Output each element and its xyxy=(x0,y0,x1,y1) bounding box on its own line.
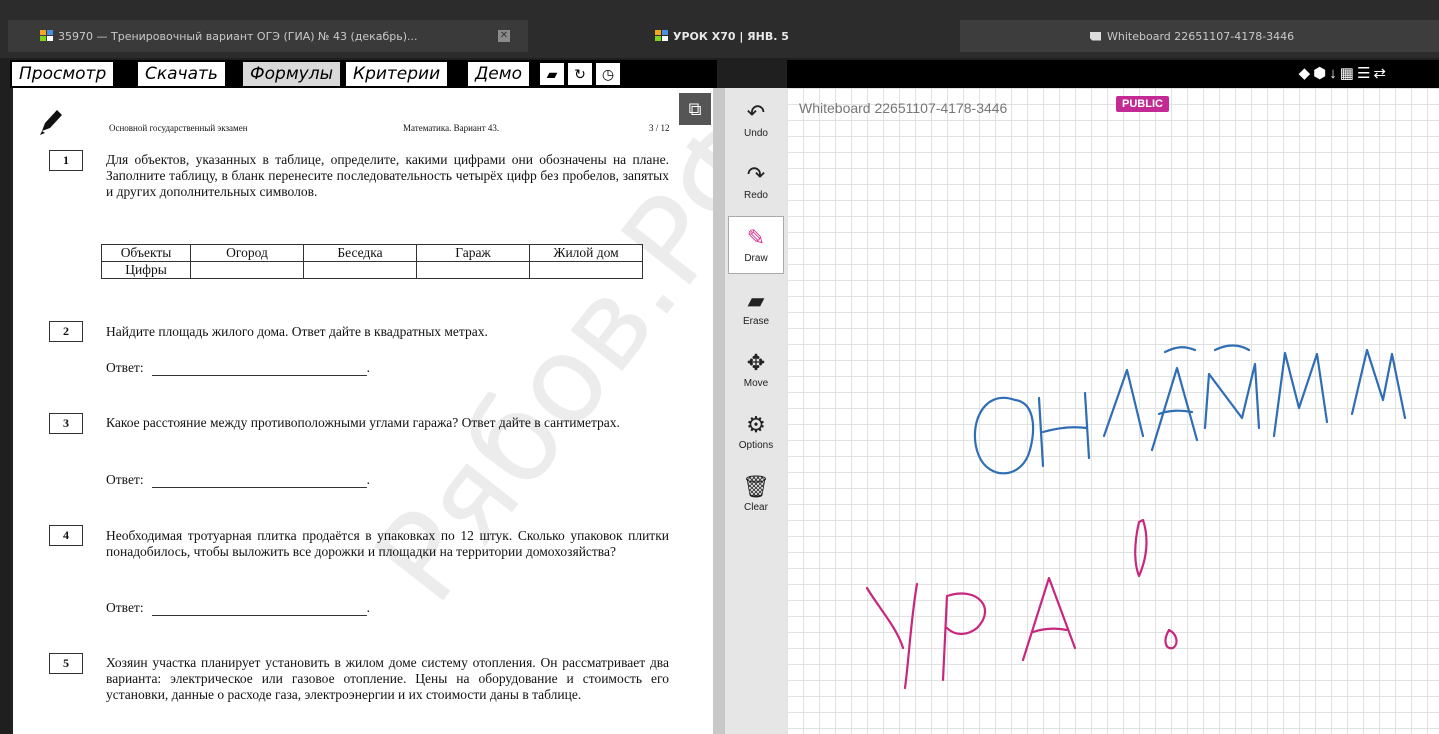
table-cell: Гараж xyxy=(416,244,530,262)
table-cell[interactable] xyxy=(529,261,643,279)
question-text: Хозяин участка планирует установить в жи… xyxy=(106,655,669,702)
site-favicon-icon xyxy=(655,30,669,42)
answer-field[interactable] xyxy=(151,362,367,376)
menu-download[interactable]: Скачать xyxy=(138,62,225,86)
tag-icon[interactable]: ◆ xyxy=(1299,65,1314,82)
sync-icon[interactable]: ⇄ xyxy=(1373,65,1389,82)
answer-row: Ответ:. xyxy=(106,472,370,488)
menu-criteria[interactable]: Критерии xyxy=(346,62,448,86)
tool-label: Move xyxy=(743,378,769,389)
question-number: 3 xyxy=(49,413,83,434)
exam-document: Рябов.РФ ⧉ Основной государственный экза… xyxy=(10,88,716,734)
pencil-icon: ✎ xyxy=(746,225,766,250)
tab-close-icon[interactable]: ✕ xyxy=(498,30,510,42)
table-cell: Жилой дом xyxy=(529,244,643,262)
tool-label: Options xyxy=(738,440,774,451)
grid-icon[interactable]: ▦ xyxy=(1340,65,1357,82)
question-number: 2 xyxy=(49,321,83,342)
cube-icon[interactable]: ⬢ xyxy=(1313,65,1329,82)
tab-label: УРОК Х70 | ЯНВ. 5 xyxy=(673,29,789,43)
question-number: 4 xyxy=(49,525,83,546)
tool-label: Redo xyxy=(744,190,768,201)
answer-field[interactable] xyxy=(151,474,367,488)
move-icon: ✥ xyxy=(746,350,766,375)
whiteboard-favicon-icon xyxy=(1090,31,1101,41)
answer-row: Ответ:. xyxy=(106,600,370,616)
menu-demo[interactable]: Демо xyxy=(468,62,529,86)
chat-icon[interactable]: ▰ xyxy=(540,63,564,85)
tool-label: Erase xyxy=(742,316,770,327)
answer-label: Ответ: xyxy=(106,600,144,615)
undo-icon: ↶ xyxy=(746,100,766,125)
tool-label: Draw xyxy=(744,253,768,264)
gear-icon: ⚙ xyxy=(746,412,766,437)
redo-button[interactable]: ↷ Redo xyxy=(728,154,784,212)
tool-label: Clear xyxy=(744,502,768,513)
answer-label: Ответ: xyxy=(106,472,144,487)
tab-exam[interactable]: 35970 — Тренировочный вариант ОГЭ (ГИА) … xyxy=(40,26,418,46)
erase-button[interactable]: ▰ Erase xyxy=(728,280,784,338)
eraser-icon: ▰ xyxy=(747,288,765,313)
trash-icon: 🗑 xyxy=(742,474,770,499)
tab-whiteboard[interactable]: Whiteboard 22651107-4178-3446 xyxy=(1090,26,1294,46)
table-cell: Беседка xyxy=(303,244,417,262)
pink-handwriting xyxy=(865,518,1178,690)
table-cell: Цифры xyxy=(101,261,191,279)
options-button[interactable]: ⚙ Options xyxy=(728,404,784,462)
whiteboard-menu-bar: ◆⬢↓▦☰⇄ xyxy=(787,60,1439,88)
doc-header-left: Основной государственный экзамен xyxy=(109,123,248,133)
question-text: Для объектов, указанных в таблице, опред… xyxy=(106,152,669,199)
answer-label: Ответ: xyxy=(106,360,144,375)
question-number: 1 xyxy=(49,150,83,171)
tab-label: 35970 — Тренировочный вариант ОГЭ (ГИА) … xyxy=(58,29,418,43)
table-cell[interactable] xyxy=(190,261,304,279)
document-menu-bar: Просмотр Скачать Формулы Критерии Демо ▰… xyxy=(10,60,717,88)
clear-button[interactable]: 🗑 Clear xyxy=(728,466,784,524)
drawing-layer xyxy=(865,344,1407,690)
question-number: 5 xyxy=(49,653,83,674)
question-text: Найдите площадь жилого дома. Ответ дайте… xyxy=(106,324,488,339)
menu-view[interactable]: Просмотр xyxy=(12,62,114,86)
menu-formulas[interactable]: Формулы xyxy=(243,62,340,86)
list-icon[interactable]: ☰ xyxy=(1357,65,1373,82)
blue-handwriting xyxy=(973,344,1407,475)
tool-label: Undo xyxy=(744,128,768,139)
answer-row: Ответ:. xyxy=(106,360,370,376)
draw-button[interactable]: ✎ Draw xyxy=(728,216,784,274)
table-cell[interactable] xyxy=(303,261,417,279)
redo-icon: ↷ xyxy=(746,162,766,187)
question-text: Необходимая тротуарная плитка продаётся … xyxy=(106,528,669,559)
table-cell: Огород xyxy=(190,244,304,262)
open-external-icon[interactable]: ⧉ xyxy=(679,93,711,125)
question-text: Какое расстояние между противоположными … xyxy=(106,415,620,430)
whiteboard-toolbar: ↶ Undo ↷ Redo ✎ Draw ▰ Erase ✥ Move ⚙ Op… xyxy=(725,88,787,734)
undo-button[interactable]: ↶ Undo xyxy=(728,92,784,150)
site-favicon-icon xyxy=(40,30,54,42)
doc-page-number: 3 / 12 xyxy=(649,123,670,133)
whiteboard-canvas[interactable]: Whiteboard 22651107-4178-3446 PUBLIC xyxy=(787,88,1439,734)
refresh-icon[interactable]: ↻ xyxy=(568,63,592,85)
tab-lesson[interactable]: УРОК Х70 | ЯНВ. 5 xyxy=(655,26,789,46)
whiteboard-menu-icons[interactable]: ◆⬢↓▦☰⇄ xyxy=(1299,64,1389,82)
tab-label: Whiteboard 22651107-4178-3446 xyxy=(1107,29,1295,43)
download-icon[interactable]: ↓ xyxy=(1329,65,1340,82)
answer-field[interactable] xyxy=(151,602,367,616)
browser-tab-bar: 35970 — Тренировочный вариант ОГЭ (ГИА) … xyxy=(0,0,1439,58)
table-cell: Объекты xyxy=(101,244,191,262)
pencil-icon[interactable] xyxy=(37,106,65,136)
table-cell[interactable] xyxy=(416,261,530,279)
document-scrollbar[interactable] xyxy=(713,88,725,734)
objects-table: Объекты Огород Беседка Гараж Жилой дом Ц… xyxy=(101,244,643,279)
move-button[interactable]: ✥ Move xyxy=(728,342,784,400)
doc-header-center: Математика. Вариант 43. xyxy=(403,123,500,133)
clock-icon[interactable]: ◷ xyxy=(596,63,620,85)
